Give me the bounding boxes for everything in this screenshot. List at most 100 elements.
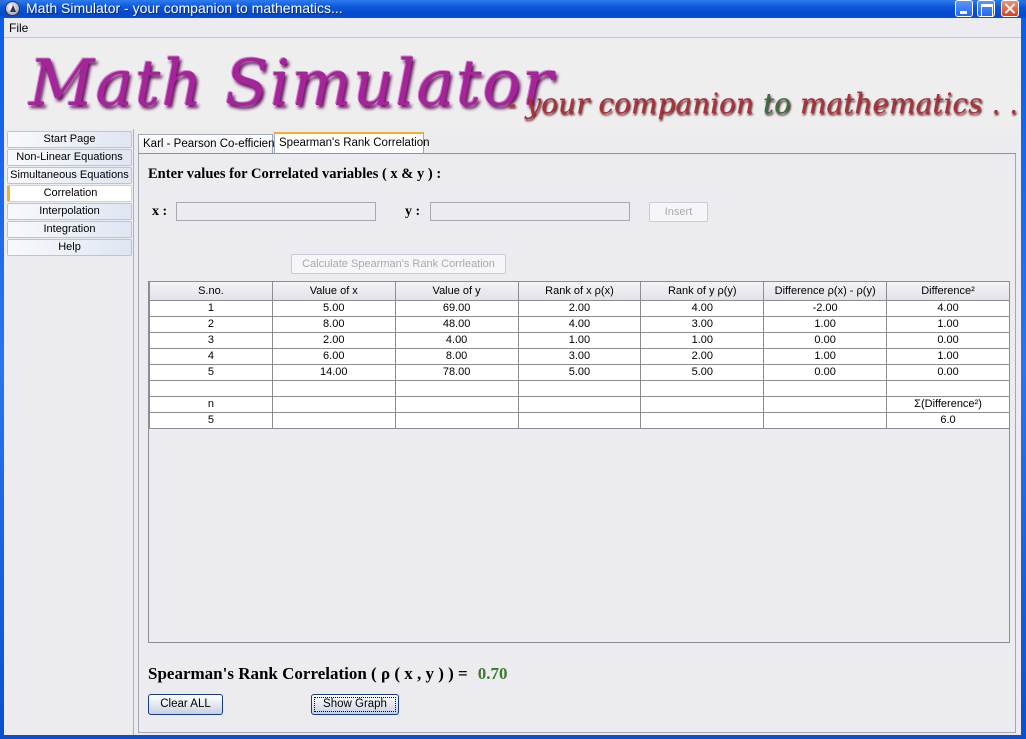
table-row[interactable] <box>149 379 1010 397</box>
col-header-difference[interactable]: Difference ρ(x) - ρ(y) <box>763 282 888 301</box>
sidebar-item-interpolation[interactable]: Interpolation <box>7 203 132 220</box>
table-cell[interactable]: 2.00 <box>640 347 765 365</box>
x-input[interactable] <box>176 202 376 221</box>
table-cell[interactable]: 1.00 <box>886 347 1010 365</box>
insert-button[interactable]: Insert <box>649 202 708 222</box>
table-cell[interactable]: 4.00 <box>517 315 642 333</box>
table-cell[interactable]: 1.00 <box>517 331 642 349</box>
menu-bar: File <box>4 18 1021 38</box>
table-cell[interactable]: 8.00 <box>271 315 396 333</box>
table-row[interactable]: 5 6.0 <box>149 411 1010 429</box>
table-cell[interactable]: 1.00 <box>763 315 888 333</box>
table-cell[interactable]: 1.00 <box>886 315 1010 333</box>
table-cell[interactable]: 48.00 <box>394 315 519 333</box>
sidebar-item-help[interactable]: Help <box>7 239 132 256</box>
table-row[interactable]: 1 5.00 69.00 2.00 4.00 -2.00 4.00 <box>149 299 1010 317</box>
y-input[interactable] <box>430 202 630 221</box>
close-button[interactable] <box>1001 0 1019 17</box>
table-cell[interactable] <box>517 395 642 413</box>
table-cell[interactable] <box>886 379 1010 397</box>
minimize-button[interactable] <box>955 0 973 17</box>
table-header-row: S.no. Value of x Value of y Rank of x ρ(… <box>149 282 1010 301</box>
table-row[interactable]: 4 6.00 8.00 3.00 2.00 1.00 1.00 <box>149 347 1010 365</box>
table-cell[interactable]: 4 <box>149 347 273 365</box>
table-cell[interactable] <box>271 379 396 397</box>
table-row[interactable]: 3 2.00 4.00 1.00 1.00 0.00 0.00 <box>149 331 1010 349</box>
table-cell[interactable]: 5 <box>149 363 273 381</box>
table-cell[interactable]: 6.0 <box>886 411 1010 429</box>
table-cell[interactable] <box>394 395 519 413</box>
show-graph-button[interactable]: Show Graph <box>311 694 399 715</box>
app-logo-icon[interactable] <box>5 1 20 16</box>
table-cell[interactable] <box>763 379 888 397</box>
table-cell[interactable]: Σ(Difference²) <box>886 395 1010 413</box>
col-header-value-y[interactable]: Value of y <box>394 282 519 301</box>
spearman-panel: Enter values for Correlated variables ( … <box>138 153 1016 733</box>
table-cell[interactable] <box>394 411 519 429</box>
table-cell[interactable]: 5.00 <box>640 363 765 381</box>
table-row[interactable]: n Σ(Difference²) <box>149 395 1010 413</box>
sidebar-item-non-linear-equations[interactable]: Non-Linear Equations <box>7 149 132 166</box>
table-cell[interactable]: 78.00 <box>394 363 519 381</box>
col-header-value-x[interactable]: Value of x <box>271 282 396 301</box>
col-header-sno[interactable]: S.no. <box>149 282 273 301</box>
table-cell[interactable]: 1.00 <box>763 347 888 365</box>
table-cell[interactable]: 2.00 <box>517 299 642 317</box>
clear-all-button[interactable]: Clear ALL <box>148 694 223 715</box>
table-cell[interactable]: 69.00 <box>394 299 519 317</box>
sidebar-item-start-page[interactable]: Start Page <box>7 131 132 148</box>
table-cell[interactable]: 5.00 <box>271 299 396 317</box>
table-row[interactable]: 5 14.00 78.00 5.00 5.00 0.00 0.00 <box>149 363 1010 381</box>
table-cell[interactable]: 0.00 <box>886 363 1010 381</box>
table-cell[interactable]: 5.00 <box>517 363 642 381</box>
table-cell[interactable]: 3.00 <box>640 315 765 333</box>
sidebar-item-correlation[interactable]: Correlation <box>7 185 132 202</box>
result-line: Spearman's Rank Correlation ( ρ ( x , y … <box>148 664 508 684</box>
maximize-button[interactable] <box>977 0 995 17</box>
table-cell[interactable]: 8.00 <box>394 347 519 365</box>
table-cell[interactable]: -2.00 <box>763 299 888 317</box>
table-cell[interactable] <box>640 379 765 397</box>
table-cell[interactable]: 0.00 <box>886 331 1010 349</box>
tab-karl-pearson[interactable]: Karl - Pearson Co-efficient <box>138 134 278 154</box>
table-cell[interactable]: 6.00 <box>271 347 396 365</box>
calculate-button[interactable]: Calculate Spearman's Rank Corrleation <box>291 254 506 274</box>
table-cell[interactable] <box>640 395 765 413</box>
table-cell[interactable]: 5 <box>149 411 273 429</box>
app-window: Math Simulator - your companion to mathe… <box>0 0 1026 739</box>
banner-title: Math Simulator <box>29 47 554 121</box>
table-cell[interactable]: 4.00 <box>886 299 1010 317</box>
table-cell[interactable]: 1 <box>149 299 273 317</box>
table-cell[interactable]: 2 <box>149 315 273 333</box>
table-cell[interactable] <box>763 411 888 429</box>
table-cell[interactable] <box>271 395 396 413</box>
table-cell[interactable] <box>394 379 519 397</box>
table-cell[interactable]: 3 <box>149 331 273 349</box>
col-header-rank-x[interactable]: Rank of x ρ(x) <box>517 282 642 301</box>
table-cell[interactable]: n <box>149 395 273 413</box>
sidebar-item-integration[interactable]: Integration <box>7 221 132 238</box>
table-cell[interactable]: 4.00 <box>394 331 519 349</box>
table-cell[interactable]: 3.00 <box>517 347 642 365</box>
tagline-accent: to <box>762 87 791 120</box>
menu-file[interactable]: File <box>9 21 28 35</box>
tab-spearmans-rank[interactable]: Spearman's Rank Correlation <box>274 132 430 154</box>
table-cell[interactable]: 2.00 <box>271 331 396 349</box>
table-row[interactable]: 2 8.00 48.00 4.00 3.00 1.00 1.00 <box>149 315 1010 333</box>
table-cell[interactable]: 0.00 <box>763 331 888 349</box>
table-cell[interactable] <box>517 379 642 397</box>
col-header-rank-y[interactable]: Rank of y ρ(y) <box>640 282 765 301</box>
table-cell[interactable] <box>271 411 396 429</box>
table-cell[interactable] <box>149 379 273 397</box>
table-cell[interactable]: 0.00 <box>763 363 888 381</box>
table-cell[interactable]: 4.00 <box>640 299 765 317</box>
result-label: Spearman's Rank Correlation ( ρ ( x , y … <box>148 664 468 683</box>
sidebar-item-simultaneous-equations[interactable]: Simultaneous Equations <box>7 167 132 184</box>
table-cell[interactable] <box>763 395 888 413</box>
table-cell[interactable]: 14.00 <box>271 363 396 381</box>
table-cell[interactable]: 1.00 <box>640 331 765 349</box>
table-cell[interactable] <box>640 411 765 429</box>
table-cell[interactable] <box>517 411 642 429</box>
col-header-difference-squared[interactable]: Difference² <box>886 282 1010 301</box>
title-bar[interactable]: Math Simulator - your companion to mathe… <box>0 0 1026 18</box>
